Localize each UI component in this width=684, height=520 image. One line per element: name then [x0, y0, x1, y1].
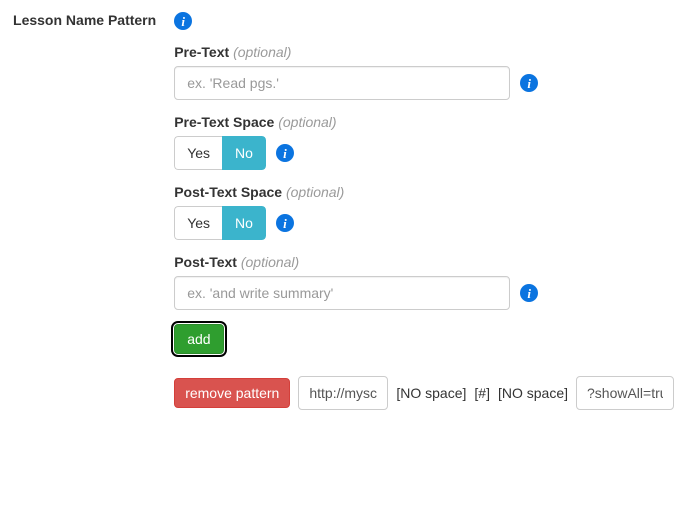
optional-hint: (optional): [233, 44, 291, 60]
pattern-row: remove pattern [NO space] [#] [NO space]: [174, 376, 674, 410]
no-space-token: [NO space]: [396, 385, 466, 401]
optional-hint: (optional): [278, 114, 336, 130]
info-icon[interactable]: i: [520, 284, 538, 302]
post-text-label-text: Post-Text: [174, 254, 237, 270]
pre-text-label-text: Pre-Text: [174, 44, 229, 60]
pattern-tail-input[interactable]: [576, 376, 674, 410]
post-text-label: Post-Text (optional): [174, 254, 674, 270]
post-text-space-label: Post-Text Space (optional): [174, 184, 674, 200]
pre-text-space-toggle[interactable]: Yes No: [174, 136, 266, 170]
pre-text-label: Pre-Text (optional): [174, 44, 674, 60]
add-button[interactable]: add: [174, 324, 223, 354]
info-icon[interactable]: i: [520, 74, 538, 92]
post-text-space-no[interactable]: No: [222, 206, 266, 240]
pattern-url-input[interactable]: [298, 376, 388, 410]
pre-text-space-no[interactable]: No: [222, 136, 266, 170]
post-text-space-toggle[interactable]: Yes No: [174, 206, 266, 240]
info-icon[interactable]: i: [276, 214, 294, 232]
info-icon[interactable]: i: [174, 12, 192, 30]
pre-text-input[interactable]: [174, 66, 510, 100]
pre-text-space-label: Pre-Text Space (optional): [174, 114, 674, 130]
info-icon[interactable]: i: [276, 144, 294, 162]
pre-text-space-yes[interactable]: Yes: [174, 136, 222, 170]
post-text-input[interactable]: [174, 276, 510, 310]
optional-hint: (optional): [241, 254, 299, 270]
hash-token: [#]: [474, 385, 490, 401]
section-label: Lesson Name Pattern: [10, 12, 174, 410]
pre-text-space-label-text: Pre-Text Space: [174, 114, 274, 130]
post-text-space-yes[interactable]: Yes: [174, 206, 222, 240]
optional-hint: (optional): [286, 184, 344, 200]
remove-pattern-button[interactable]: remove pattern: [174, 378, 290, 408]
no-space-token: [NO space]: [498, 385, 568, 401]
post-text-space-label-text: Post-Text Space: [174, 184, 282, 200]
